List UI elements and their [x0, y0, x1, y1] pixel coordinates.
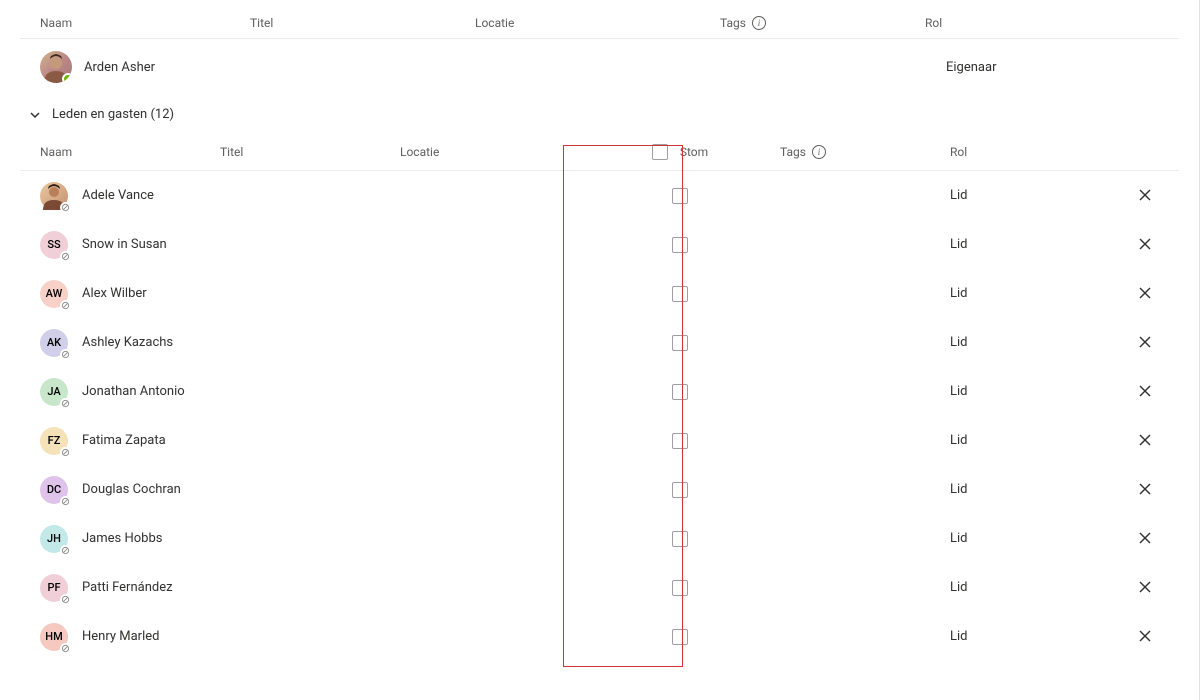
member-role[interactable]: Lid: [950, 629, 1130, 644]
table-row: PF Patti Fernández Lid: [20, 563, 1179, 612]
table-row: DC Douglas Cochran Lid: [20, 465, 1179, 514]
presence-offline-icon: [60, 300, 71, 311]
remove-member-button[interactable]: [1136, 186, 1154, 204]
member-role[interactable]: Lid: [950, 237, 1130, 252]
presence-offline-icon: [60, 447, 71, 458]
remove-member-button[interactable]: [1136, 627, 1154, 645]
remove-member-button[interactable]: [1136, 284, 1154, 302]
members-table-header: Naam Titel Locatie Stom Tags i Rol: [20, 136, 1179, 171]
col-header-title[interactable]: Titel: [220, 145, 400, 159]
mute-all-checkbox[interactable]: [652, 144, 668, 160]
avatar[interactable]: DC: [40, 476, 68, 504]
col-header-name[interactable]: Naam: [40, 16, 250, 30]
info-icon[interactable]: i: [812, 145, 826, 159]
member-role[interactable]: Lid: [950, 286, 1130, 301]
member-name: Jonathan Antonio: [82, 384, 185, 399]
remove-member-button[interactable]: [1136, 382, 1154, 400]
avatar[interactable]: [40, 51, 72, 83]
col-header-role[interactable]: Rol: [925, 16, 1125, 30]
avatar[interactable]: SS: [40, 231, 68, 259]
presence-offline-icon: [60, 594, 71, 605]
presence-offline-icon: [60, 398, 71, 409]
col-header-mute[interactable]: Stom: [580, 144, 780, 160]
presence-offline-icon: [60, 496, 71, 507]
member-name: Adele Vance: [82, 188, 154, 203]
table-row: AW Alex Wilber Lid: [20, 269, 1179, 318]
presence-offline-icon: [60, 643, 71, 654]
owner-table-header: Naam Titel Locatie Tags i Rol: [20, 10, 1179, 39]
table-row: AK Ashley Kazachs Lid: [20, 318, 1179, 367]
mute-checkbox[interactable]: [672, 580, 688, 596]
table-row: Adele Vance Lid: [20, 171, 1179, 220]
members-section-label: Leden en gasten (12): [52, 107, 174, 122]
avatar[interactable]: JH: [40, 525, 68, 553]
presence-offline-icon: [60, 202, 71, 213]
col-header-name[interactable]: Naam: [40, 145, 220, 159]
mute-checkbox[interactable]: [672, 188, 688, 204]
presence-available-icon: [62, 73, 72, 83]
member-role[interactable]: Lid: [950, 335, 1130, 350]
presence-offline-icon: [60, 545, 71, 556]
members-section-toggle[interactable]: Leden en gasten (12): [20, 97, 1179, 136]
col-header-location[interactable]: Locatie: [400, 145, 580, 159]
mute-checkbox[interactable]: [672, 531, 688, 547]
mute-checkbox[interactable]: [672, 335, 688, 351]
col-header-tags-label: Tags: [780, 145, 806, 159]
remove-member-button[interactable]: [1136, 480, 1154, 498]
col-header-location[interactable]: Locatie: [475, 16, 720, 30]
mute-checkbox[interactable]: [672, 384, 688, 400]
table-row: HM Henry Marled Lid: [20, 612, 1179, 661]
col-header-tags-label: Tags: [720, 16, 746, 30]
avatar[interactable]: JA: [40, 378, 68, 406]
owner-name: Arden Asher: [84, 60, 946, 75]
mute-checkbox[interactable]: [672, 286, 688, 302]
presence-offline-icon: [60, 251, 71, 262]
remove-member-button[interactable]: [1136, 235, 1154, 253]
member-role[interactable]: Lid: [950, 188, 1130, 203]
col-header-tags[interactable]: Tags i: [720, 16, 925, 30]
col-header-title[interactable]: Titel: [250, 16, 475, 30]
avatar[interactable]: AW: [40, 280, 68, 308]
table-row: FZ Fatima Zapata Lid: [20, 416, 1179, 465]
mute-checkbox[interactable]: [672, 482, 688, 498]
remove-member-button[interactable]: [1136, 578, 1154, 596]
member-role[interactable]: Lid: [950, 433, 1130, 448]
member-role[interactable]: Lid: [950, 384, 1130, 399]
info-icon[interactable]: i: [752, 16, 766, 30]
table-row: SS Snow in Susan Lid: [20, 220, 1179, 269]
remove-member-button[interactable]: [1136, 333, 1154, 351]
owner-row: Arden Asher Eigenaar: [20, 39, 1179, 97]
table-row: JA Jonathan Antonio Lid: [20, 367, 1179, 416]
mute-checkbox[interactable]: [672, 629, 688, 645]
avatar[interactable]: [40, 182, 68, 210]
presence-offline-icon: [60, 349, 71, 360]
col-header-role[interactable]: Rol: [950, 145, 1130, 159]
remove-member-button[interactable]: [1136, 529, 1154, 547]
avatar[interactable]: FZ: [40, 427, 68, 455]
member-name: James Hobbs: [82, 531, 162, 546]
member-name: Alex Wilber: [82, 286, 147, 301]
avatar[interactable]: HM: [40, 623, 68, 651]
member-name: Fatima Zapata: [82, 433, 166, 448]
chevron-down-icon: [28, 108, 42, 122]
avatar[interactable]: AK: [40, 329, 68, 357]
member-role[interactable]: Lid: [950, 531, 1130, 546]
owner-role: Eigenaar: [946, 60, 996, 75]
member-name: Henry Marled: [82, 629, 159, 644]
mute-checkbox[interactable]: [672, 237, 688, 253]
remove-member-button[interactable]: [1136, 431, 1154, 449]
member-name: Patti Fernández: [82, 580, 173, 595]
member-name: Douglas Cochran: [82, 482, 181, 497]
member-name: Snow in Susan: [82, 237, 167, 252]
table-row: JH James Hobbs Lid: [20, 514, 1179, 563]
member-name: Ashley Kazachs: [82, 335, 173, 350]
avatar[interactable]: PF: [40, 574, 68, 602]
member-role[interactable]: Lid: [950, 580, 1130, 595]
mute-checkbox[interactable]: [672, 433, 688, 449]
col-header-tags[interactable]: Tags i: [780, 145, 950, 159]
member-role[interactable]: Lid: [950, 482, 1130, 497]
col-header-mute-label: Stom: [680, 145, 708, 159]
